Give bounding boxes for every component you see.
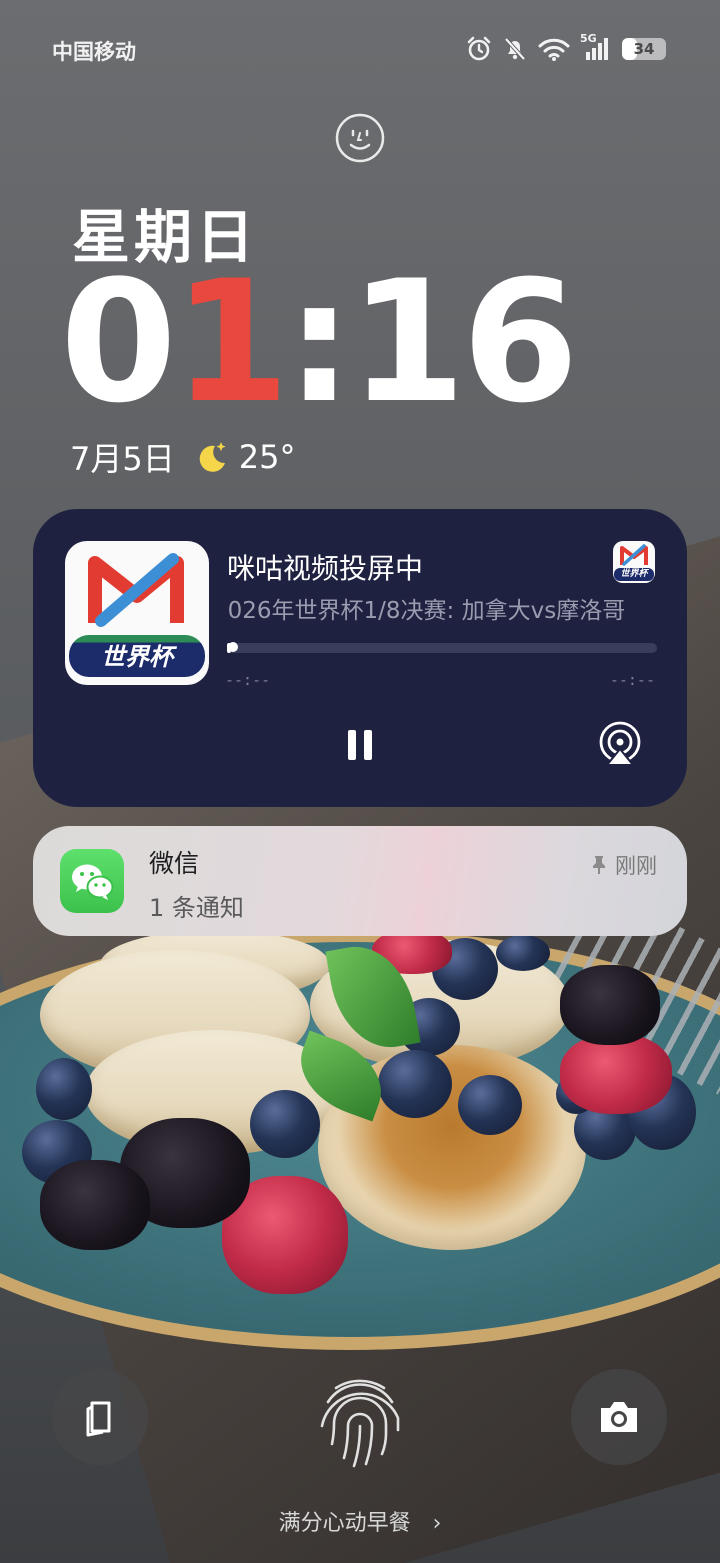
battery-percent: 34 bbox=[633, 40, 655, 58]
notification-time-row: 刚刚 bbox=[591, 850, 657, 880]
lock-clock: 01:16 bbox=[60, 258, 579, 426]
status-bar: 中国移动 5G 34 bbox=[0, 30, 720, 70]
mute-bell-icon bbox=[504, 37, 526, 61]
clock-minutes: 16 bbox=[349, 244, 579, 440]
elapsed-time: --:-- bbox=[225, 671, 271, 689]
date-label: 7月5日 bbox=[70, 440, 175, 478]
migu-logo-icon bbox=[88, 553, 184, 627]
alarm-icon bbox=[467, 36, 491, 61]
wechat-icon bbox=[60, 849, 124, 913]
date-weather-row: 7月5日 25° bbox=[70, 434, 295, 480]
camera-icon bbox=[601, 1402, 637, 1432]
card-wallet-icon bbox=[86, 1401, 111, 1437]
wechat-notification[interactable]: 微信 1 条通知 刚刚 bbox=[33, 826, 687, 936]
chevron-right-icon: › bbox=[432, 1511, 442, 1536]
battery-indicator: 34 bbox=[622, 38, 666, 60]
clock-hour-ones: 1 bbox=[172, 244, 290, 440]
cellular-signal-icon: 5G bbox=[580, 32, 612, 62]
playback-progress-bar[interactable] bbox=[227, 642, 657, 653]
fingerprint-icon[interactable] bbox=[306, 1364, 414, 1472]
migu-mini-logo-icon bbox=[620, 544, 648, 566]
media-subtitle-container: 2026年世界杯1/8决赛: 加拿大vs摩洛哥 bbox=[227, 591, 657, 625]
wifi-icon bbox=[538, 38, 570, 61]
clock-hour-tens: 0 bbox=[60, 244, 177, 440]
moon-star-icon bbox=[199, 442, 226, 472]
camera-shortcut-button[interactable] bbox=[571, 1369, 667, 1465]
wallpaper-caption[interactable]: 满分心动早餐 › bbox=[0, 1505, 720, 1537]
media-subtitle: 2026年世界杯1/8决赛: 加拿大vs摩洛哥 bbox=[227, 598, 626, 624]
temperature-label: 25° bbox=[238, 438, 296, 476]
carrier-label: 中国移动 bbox=[52, 40, 136, 64]
media-title: 咪咕视频投屏中 bbox=[227, 552, 424, 585]
notification-time: 刚刚 bbox=[615, 854, 657, 878]
mini-world-cup-badge: 世界杯 bbox=[620, 569, 648, 579]
face-unlock-icon[interactable] bbox=[334, 112, 386, 164]
cast-icon[interactable] bbox=[597, 721, 643, 767]
wallpaper-caption-text: 满分心动早餐 bbox=[278, 1511, 411, 1536]
wallet-shortcut-button[interactable] bbox=[52, 1369, 148, 1465]
pin-icon bbox=[593, 856, 605, 874]
pause-icon[interactable] bbox=[340, 725, 380, 765]
media-playback-card[interactable]: 世界杯 咪咕视频投屏中 2026年世界杯1/8决赛: 加拿大vs摩洛哥 世界杯 … bbox=[33, 509, 687, 807]
migu-app-artwork: 世界杯 bbox=[65, 541, 209, 685]
world-cup-badge: 世界杯 bbox=[101, 643, 173, 671]
remaining-time: --:-- bbox=[609, 671, 655, 689]
progress-knob[interactable] bbox=[228, 642, 239, 652]
migu-mini-logo: 世界杯 bbox=[613, 541, 655, 583]
notification-body: 1 条通知 bbox=[149, 894, 244, 922]
clock-colon: : bbox=[285, 244, 353, 440]
notification-app-name: 微信 bbox=[149, 849, 200, 878]
